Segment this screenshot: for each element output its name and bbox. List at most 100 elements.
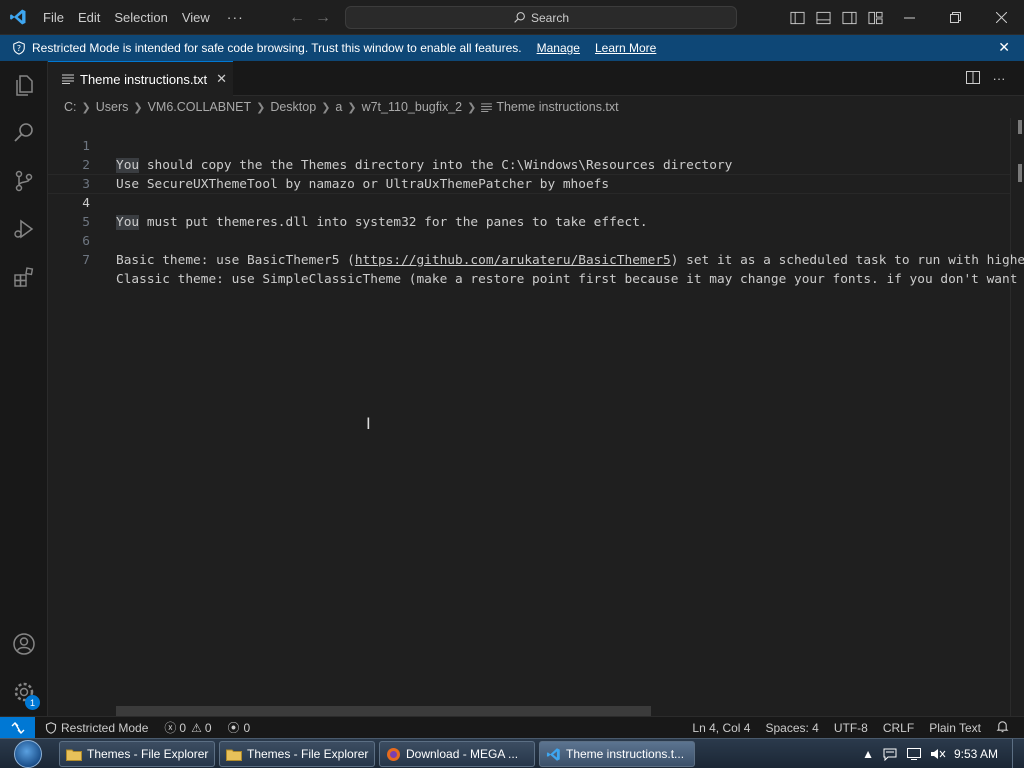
language-mode[interactable]: Plain Text <box>929 721 981 735</box>
more-actions-icon[interactable]: ··· <box>986 71 1012 86</box>
activity-bar: 1 <box>0 61 48 716</box>
tab-label: Theme instructions.txt <box>80 71 208 87</box>
editor-line-active[interactable]: 4 You must put themeres.dll into system3… <box>48 175 1024 230</box>
menu-file[interactable]: File <box>36 0 71 35</box>
search-view-icon[interactable] <box>0 109 48 157</box>
title-bar: File Edit Selection View ··· ← → Search <box>0 0 1024 35</box>
display-icon[interactable] <box>906 747 922 761</box>
show-desktop-button[interactable] <box>1012 739 1024 768</box>
chevron-right-icon: ❯ <box>347 101 357 114</box>
system-tray: ▲ 9:53 AM <box>862 739 1024 768</box>
windows-taskbar: Themes - File Explorer Themes - File Exp… <box>0 738 1024 768</box>
banner-close-icon[interactable]: ✕ <box>998 39 1010 56</box>
explorer-icon[interactable] <box>0 61 48 109</box>
breadcrumb-desktop[interactable]: Desktop <box>270 100 316 114</box>
command-search-box[interactable]: Search <box>345 6 737 29</box>
menu-view[interactable]: View <box>175 0 217 35</box>
volume-muted-icon[interactable] <box>930 747 946 761</box>
editor-line[interactable]: 2 Use SecureUXThemeTool by namazo or Ult… <box>48 137 1024 192</box>
tab-close-icon[interactable]: ✕ <box>216 71 227 87</box>
horizontal-scrollbar[interactable] <box>116 706 651 716</box>
accounts-icon[interactable] <box>0 620 48 668</box>
vscode-logo-icon <box>546 747 561 762</box>
status-bar: Restricted Mode ⓧ 0 ⚠ 0 ⦿ 0 Ln 4, Col 4 … <box>0 716 1024 739</box>
taskbar-item-file-explorer[interactable]: Themes - File Explorer <box>219 741 375 767</box>
editor-line[interactable]: 5 <box>48 194 1024 230</box>
back-arrow-icon[interactable]: ← <box>284 9 310 27</box>
manage-gear-icon[interactable]: 1 <box>0 668 48 716</box>
restore-icon[interactable] <box>932 0 978 35</box>
forward-arrow-icon[interactable]: → <box>310 9 336 27</box>
menu-edit[interactable]: Edit <box>71 0 107 35</box>
toggle-primary-sidebar-icon[interactable] <box>784 0 810 35</box>
show-hidden-icons-icon[interactable]: ▲ <box>862 747 874 761</box>
run-debug-icon[interactable] <box>0 205 48 253</box>
remote-indicator-icon[interactable] <box>0 716 35 739</box>
restricted-mode-banner: ? Restricted Mode is intended for safe c… <box>0 35 1024 61</box>
chevron-right-icon: ❯ <box>321 101 331 114</box>
banner-message: Restricted Mode is intended for safe cod… <box>32 41 522 55</box>
action-center-icon[interactable] <box>882 747 898 761</box>
minimize-icon[interactable] <box>886 0 932 35</box>
error-count: 0 <box>179 720 187 735</box>
notifications-bell-icon[interactable] <box>996 720 1009 736</box>
chevron-right-icon: ❯ <box>256 101 266 114</box>
taskbar-item-vscode[interactable]: Theme instructions.t... <box>539 741 695 767</box>
editor-line[interactable]: 7 Classic theme: use SimpleClassicTheme … <box>48 232 1024 287</box>
learn-more-link[interactable]: Learn More <box>595 41 656 55</box>
chevron-right-icon: ❯ <box>133 101 143 114</box>
source-control-icon[interactable] <box>0 157 48 205</box>
breadcrumb-drive[interactable]: C: <box>64 100 77 114</box>
split-editor-icon[interactable] <box>960 70 986 87</box>
vertical-scrollbar[interactable] <box>1010 118 1024 716</box>
cursor-position[interactable]: Ln 4, Col 4 <box>692 721 750 735</box>
editor-line[interactable]: 3 <box>48 156 1024 192</box>
folder-icon <box>226 748 242 761</box>
editor-line[interactable]: 6 Basic theme: use BasicThemer5 (https:/… <box>48 213 1024 268</box>
text-editor[interactable]: 1 You should copy the the Themes directo… <box>48 118 1024 716</box>
error-icon: ⓧ <box>164 721 177 735</box>
encoding[interactable]: UTF-8 <box>834 721 868 735</box>
breadcrumb-file[interactable]: Theme instructions.txt <box>496 100 618 114</box>
restricted-mode-label: Restricted Mode <box>61 720 149 735</box>
ports-status[interactable]: ⦿ 0 <box>228 719 251 736</box>
search-icon <box>514 12 525 23</box>
folder-icon <box>66 748 82 761</box>
extensions-icon[interactable] <box>0 253 48 301</box>
problems-status[interactable]: ⓧ 0 ⚠ 0 <box>164 719 211 736</box>
update-badge: 1 <box>25 695 40 710</box>
scroll-marker <box>1018 164 1022 182</box>
clock-time[interactable]: 9:53 AM <box>954 747 998 761</box>
toggle-secondary-sidebar-icon[interactable] <box>836 0 862 35</box>
tab-theme-instructions[interactable]: Theme instructions.txt ✕ <box>48 61 233 96</box>
shield-icon <box>45 721 57 734</box>
ports-count: 0 <box>243 720 251 735</box>
breadcrumb: C: ❯ Users ❯ VM6.COLLABNET ❯ Desktop ❯ a… <box>48 96 1024 118</box>
text-cursor-icon: I <box>366 414 371 433</box>
breadcrumb-users[interactable]: Users <box>96 100 129 114</box>
url-link[interactable]: https://github.com/arukateru/BasicThemer… <box>355 253 671 268</box>
task-label: Download - MEGA ... <box>406 747 519 761</box>
toggle-panel-icon[interactable] <box>810 0 836 35</box>
breadcrumb-folder[interactable]: w7t_110_bugfix_2 <box>362 100 463 114</box>
breadcrumb-user[interactable]: VM6.COLLABNET <box>148 100 252 114</box>
close-window-icon[interactable] <box>978 0 1024 35</box>
customize-layout-icon[interactable] <box>862 0 888 35</box>
editor-line[interactable]: 1 You should copy the the Themes directo… <box>48 118 1024 173</box>
chevron-right-icon: ❯ <box>81 101 91 114</box>
breadcrumb-a[interactable]: a <box>335 100 342 114</box>
text-file-icon <box>481 102 493 112</box>
start-button[interactable] <box>8 740 48 768</box>
broadcast-icon: ⦿ <box>227 721 240 735</box>
menu-selection[interactable]: Selection <box>107 0 174 35</box>
manage-link[interactable]: Manage <box>537 41 580 55</box>
taskbar-item-browser[interactable]: Download - MEGA ... <box>379 741 535 767</box>
end-of-line[interactable]: CRLF <box>883 721 914 735</box>
taskbar-item-file-explorer[interactable]: Themes - File Explorer <box>59 741 215 767</box>
restricted-mode-status[interactable]: Restricted Mode <box>45 721 148 735</box>
menu-more-icon[interactable]: ··· <box>217 9 254 25</box>
indentation[interactable]: Spaces: 4 <box>765 721 818 735</box>
line-number: 7 <box>82 253 90 268</box>
vscode-logo-icon <box>0 0 36 35</box>
line-text: Classic theme: use SimpleClassicTheme (m… <box>116 272 1018 287</box>
